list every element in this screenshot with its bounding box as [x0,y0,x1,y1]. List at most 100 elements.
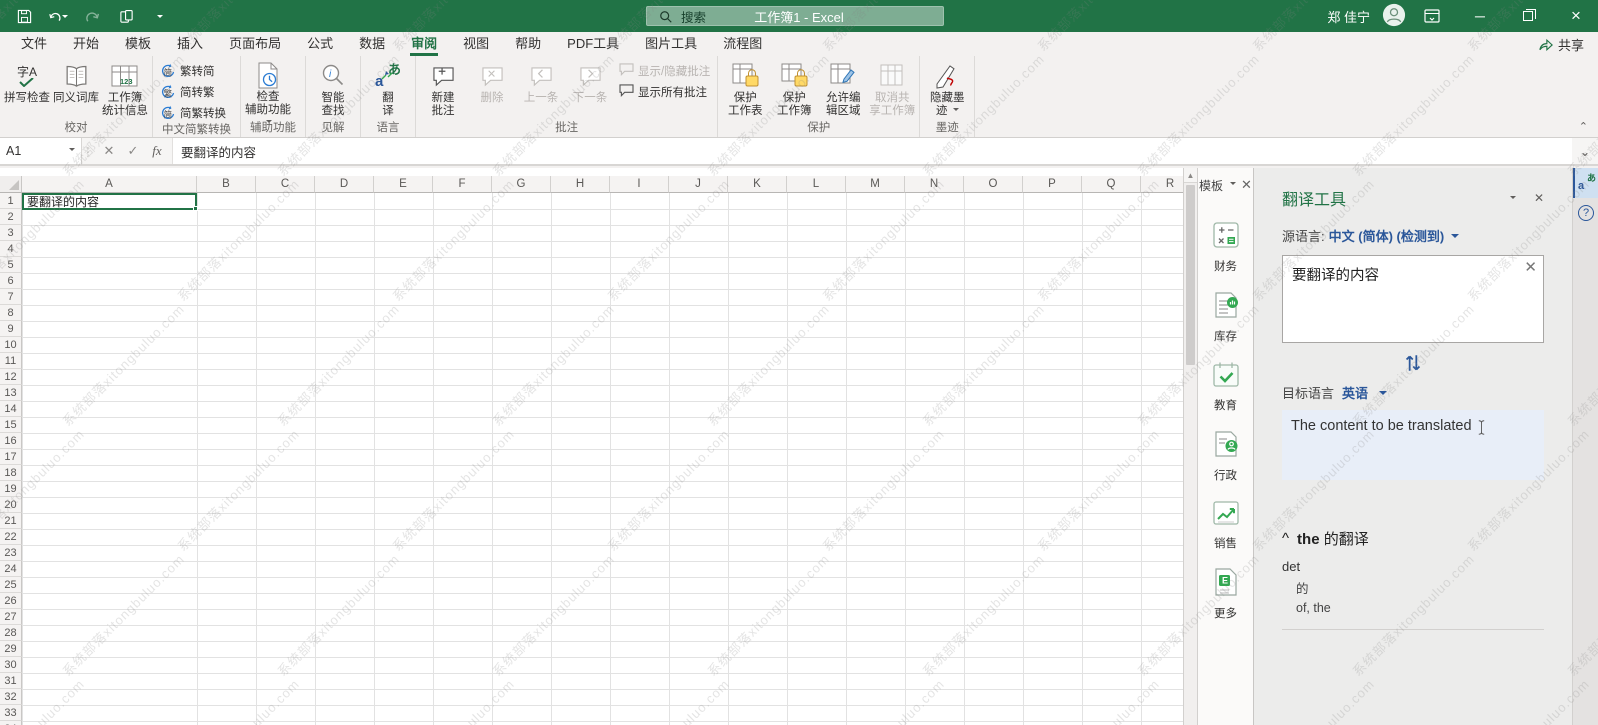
column-header-F[interactable]: F [433,176,492,193]
row-header-16[interactable]: 16 [0,433,22,449]
row-header-4[interactable]: 4 [0,241,22,257]
save-icon[interactable] [14,6,34,26]
minimize-button[interactable]: ─ [1458,0,1502,32]
cancel-entry-icon[interactable]: ✕ [98,143,120,159]
ribbon-button-检查辅助功能[interactable]: 检查 辅助功能 [244,58,292,123]
row-header-24[interactable]: 24 [0,561,22,577]
name-box-dropdown-icon[interactable] [69,148,75,154]
help-icon[interactable]: ? [1573,198,1598,228]
fill-handle[interactable] [193,206,198,211]
ribbon-button-工作簿统计信息[interactable]: 123 工作簿 统计信息 [101,58,149,120]
touch-mode-icon[interactable] [116,6,136,26]
template-pane-close-icon[interactable]: ✕ [1241,177,1252,193]
vertical-scrollbar[interactable]: ▲ [1183,168,1197,725]
row-header-25[interactable]: 25 [0,577,22,593]
column-header-N[interactable]: N [905,176,964,193]
ribbon-button-繁转简[interactable]: 简繁转简 [156,62,230,80]
column-header-I[interactable]: I [610,176,669,193]
column-header-J[interactable]: J [669,176,728,193]
search-input[interactable]: 搜索 [646,6,944,26]
translator-close-icon[interactable]: ✕ [1534,191,1544,205]
row-header-33[interactable]: 33 [0,705,22,721]
column-header-L[interactable]: L [787,176,846,193]
row-header-2[interactable]: 2 [0,209,22,225]
column-header-P[interactable]: P [1023,176,1082,193]
column-header-R[interactable]: R [1141,176,1183,193]
target-text-box[interactable]: The content to be translated [1282,410,1544,480]
expand-formula-bar-icon[interactable]: ⌄ [1572,138,1598,164]
row-header-7[interactable]: 7 [0,289,22,305]
ribbon-button-隐藏墨迹[interactable]: 隐藏墨 迹 [923,58,971,120]
target-language-dropdown-icon[interactable] [1379,390,1388,399]
ribbon-tab-流程图[interactable]: 流程图 [710,30,775,56]
row-header-21[interactable]: 21 [0,513,22,529]
row-header-11[interactable]: 11 [0,353,22,369]
ribbon-tab-公式[interactable]: 公式 [294,30,346,56]
row-header-19[interactable]: 19 [0,481,22,497]
clear-source-icon[interactable]: ✕ [1524,258,1537,276]
row-header-29[interactable]: 29 [0,641,22,657]
row-header-10[interactable]: 10 [0,337,22,353]
rail-translate-icon[interactable]: aあ [1573,168,1598,198]
row-header-8[interactable]: 8 [0,305,22,321]
ribbon-button-简繁转换[interactable]: 简简繁转换 [156,104,230,122]
row-header-15[interactable]: 15 [0,417,22,433]
row-header-32[interactable]: 32 [0,689,22,705]
name-box[interactable]: A1 [0,138,82,164]
close-button[interactable]: × [1554,0,1598,32]
template-item-行政[interactable]: 行政 [1211,429,1241,483]
customize-qat-icon[interactable] [150,6,170,26]
worksheet-grid[interactable]: A B C D E F G H I J K L M N O P Q R 1 2 3 4 5 6 7 8 9 10 11 12 13 14 15 1… [0,168,1183,725]
column-header-C[interactable]: C [256,176,315,193]
source-text-box[interactable]: 要翻译的内容 ✕ [1282,255,1544,343]
template-pane-dropdown-icon[interactable] [1230,182,1237,188]
ribbon-button-显示所有批注[interactable]: 显示所有批注 [615,83,714,101]
row-header-22[interactable]: 22 [0,529,22,545]
translator-dropdown-icon[interactable] [1508,191,1516,205]
ribbon-button-同义词库[interactable]: 同义词库 [52,58,100,120]
scrollbar-thumb[interactable] [1186,185,1195,365]
share-button[interactable]: 共享 [1539,35,1584,54]
row-header-30[interactable]: 30 [0,657,22,673]
template-item-更多[interactable]: E 更多 [1212,567,1240,621]
column-header-E[interactable]: E [374,176,433,193]
template-item-销售[interactable]: 销售 [1211,499,1241,551]
user-name[interactable]: 郑 佳宁 [1327,7,1370,26]
row-header-28[interactable]: 28 [0,625,22,641]
row-header-13[interactable]: 13 [0,385,22,401]
column-header-D[interactable]: D [315,176,374,193]
undo-icon[interactable] [48,6,68,26]
ribbon-display-options-icon[interactable] [1410,0,1454,32]
column-header-M[interactable]: M [846,176,905,193]
row-header-9[interactable]: 9 [0,321,22,337]
column-header-A[interactable]: A [22,176,197,193]
ribbon-button-允许编辑区域[interactable]: 允许编 辑区域 [819,58,867,120]
ribbon-tab-帮助[interactable]: 帮助 [502,30,554,56]
template-item-财务[interactable]: 财务 [1211,220,1241,274]
template-item-库存[interactable]: 库存 [1211,290,1241,344]
row-header-20[interactable]: 20 [0,497,22,513]
row-header-31[interactable]: 31 [0,673,22,689]
source-language-dropdown-icon[interactable] [1451,233,1460,242]
ribbon-button-智能查找[interactable]: i 智能 查找 [309,58,357,120]
row-header-1[interactable]: 1 [0,193,22,209]
ribbon-tab-文件[interactable]: 文件 [8,30,60,56]
selected-cell-A1[interactable]: 要翻译的内容 [22,193,198,211]
scroll-up-icon[interactable]: ▲ [1184,168,1197,183]
column-header-B[interactable]: B [197,176,256,193]
ribbon-button-保护工作表[interactable]: 保护 工作表 [721,58,769,120]
ribbon-tab-图片工具[interactable]: 图片工具 [632,30,710,56]
column-header-K[interactable]: K [728,176,787,193]
ribbon-tab-视图[interactable]: 视图 [450,30,502,56]
row-header-3[interactable]: 3 [0,225,22,241]
ribbon-button-拼写检查[interactable]: 字A 拼写检查 [3,58,51,120]
row-header-23[interactable]: 23 [0,545,22,561]
ribbon-button-简转繁[interactable]: 繁简转繁 [156,83,230,101]
target-language-select[interactable]: 英语 [1342,383,1368,402]
ribbon-button-翻译[interactable]: aあ翻 译 [364,58,412,120]
collapse-ribbon-icon[interactable]: ⌃ [1579,120,1588,133]
ribbon-tab-插入[interactable]: 插入 [164,30,216,56]
ribbon-tab-模板[interactable]: 模板 [112,30,164,56]
column-header-O[interactable]: O [964,176,1023,193]
ribbon-tab-审阅[interactable]: 审阅 [398,30,450,56]
